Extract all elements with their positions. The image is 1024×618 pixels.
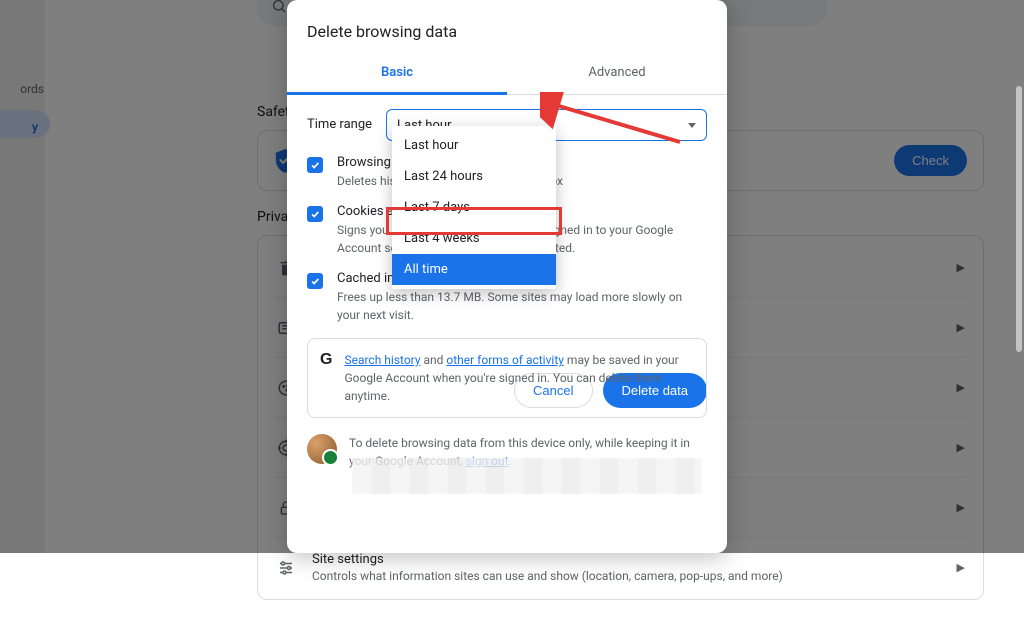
item-sub: Frees up less than 13.7 MB. Some sites m… [337,289,707,324]
option-all-time[interactable]: All time [392,254,556,285]
tab-advanced[interactable]: Advanced [507,53,727,94]
option-last-24-hours[interactable]: Last 24 hours [392,161,556,192]
time-range-label: Time range [307,109,372,132]
sync-badge-icon [322,449,339,466]
info-text: Search history and other forms of activi… [344,351,694,405]
option-last-4-weeks[interactable]: Last 4 weeks [392,223,556,254]
sliders-icon [276,559,296,577]
row-title: Site settings [312,552,941,567]
checkbox-checked-icon[interactable] [307,157,323,173]
chevron-right-icon: ▶ [957,561,965,574]
row-sub: Controls what information sites can use … [312,569,941,583]
chevron-down-icon [688,123,696,128]
dialog-tabs: Basic Advanced [287,53,727,95]
checkbox-checked-icon[interactable] [307,206,323,222]
tab-basic[interactable]: Basic [287,53,507,95]
checkbox-checked-icon[interactable] [307,273,323,289]
info-mid: and [421,353,447,367]
option-last-hour[interactable]: Last hour [392,130,556,161]
dialog-scrollbar[interactable] [1016,86,1022,352]
google-activity-info: G Search history and other forms of acti… [307,338,707,418]
option-last-7-days[interactable]: Last 7 days [392,192,556,223]
redacted-region [352,458,702,494]
dialog-title: Delete browsing data [287,0,727,53]
google-logo-icon: G [320,351,332,369]
profile-avatar [307,434,337,464]
time-range-dropdown: Last hour Last 24 hours Last 7 days Last… [392,126,556,289]
search-history-link[interactable]: Search history [344,353,420,367]
other-activity-link[interactable]: other forms of activity [446,353,564,367]
